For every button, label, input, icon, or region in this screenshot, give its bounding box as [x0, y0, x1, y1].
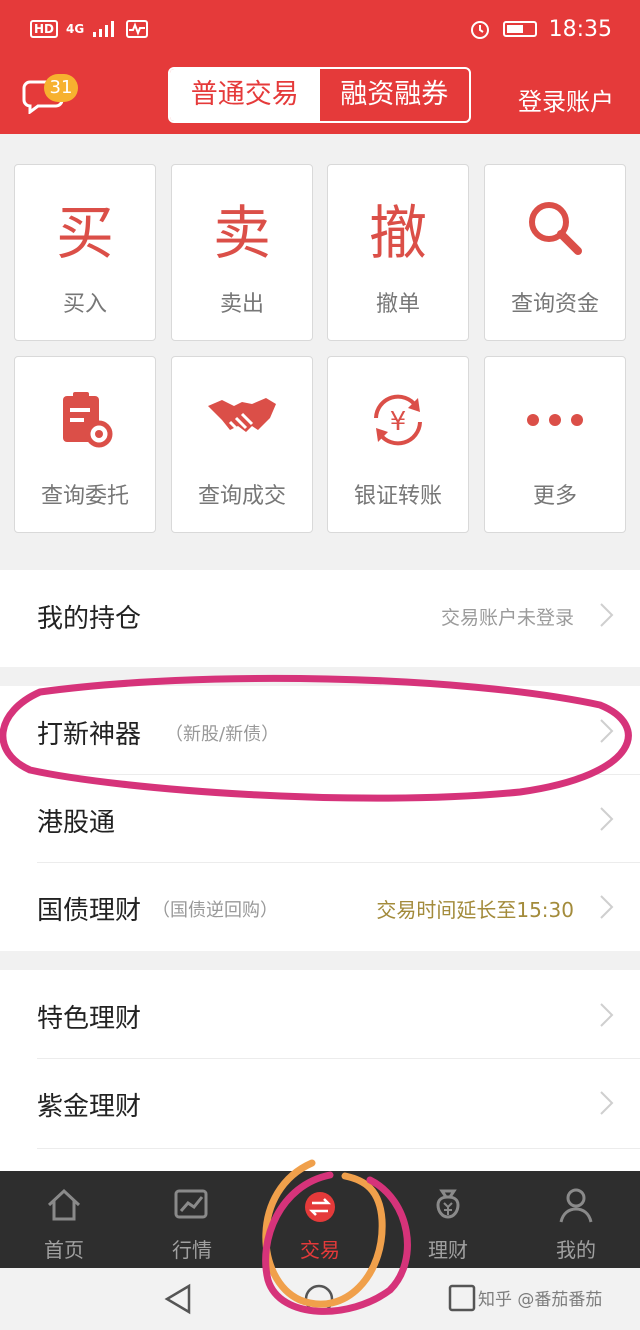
sell-glyph-icon: 卖 [212, 199, 271, 267]
row-status: 交易账户未登录 [440, 607, 574, 629]
back-icon[interactable] [163, 1283, 193, 1315]
recents-icon[interactable] [448, 1284, 476, 1312]
status-bar: HD 4G 18:35 [0, 0, 640, 58]
money-bag-icon [436, 1189, 460, 1219]
bottom-tab-bar: 首页 行情 交易 理财 我的 [0, 1171, 640, 1268]
cancel-glyph-icon: 撤 [368, 199, 427, 267]
handshake-icon [172, 375, 312, 465]
chevron-right-icon [600, 719, 614, 743]
tab-label: 我的 [556, 1238, 596, 1262]
tile-cancel-order[interactable]: 撤 撤单 [327, 164, 469, 341]
row-title: 港股通 [37, 808, 116, 838]
row-zijin-wealth[interactable]: 紫金理财 [0, 1060, 640, 1148]
row-special-wealth[interactable]: 特色理财 [0, 972, 640, 1060]
tile-more[interactable]: 更多 [484, 356, 626, 533]
top-header: 31 普通交易 融资融券 登录账户 [0, 58, 640, 134]
trade-products-section: 打新神器 （新股/新债） 港股通 国债理财 （国债逆回购） 交易时间延长至15:… [0, 686, 640, 951]
clipboard-search-icon [15, 375, 155, 465]
status-right: 18:35 [469, 17, 612, 42]
chevron-right-icon [600, 603, 614, 627]
tab-label: 理财 [428, 1238, 468, 1262]
row-notice: 交易时间延长至15:30 [376, 898, 574, 922]
app-screen: HD 4G 18:35 31 普通交易 融资融券 登录账户 买 买入 卖 卖出 [0, 0, 640, 1330]
chevron-right-icon [600, 895, 614, 919]
chevron-right-icon [600, 1091, 614, 1115]
system-nav-bar: 知乎 @番茄番茄 [0, 1268, 640, 1330]
row-hk-connect[interactable]: 港股通 [0, 776, 640, 864]
buy-glyph-icon: 买 [55, 199, 114, 267]
activity-icon [126, 20, 149, 38]
person-icon [559, 1188, 593, 1223]
tile-query-orders[interactable]: 查询委托 [14, 356, 156, 533]
yuan-glyph: ¥ [390, 407, 407, 437]
segment-normal-trade[interactable]: 普通交易 [170, 69, 320, 121]
network-4g-indicator: 4G [66, 22, 85, 36]
holdings-section: 我的持仓 交易账户未登录 [0, 570, 640, 667]
row-subtitle: （新股/新债） [165, 724, 280, 745]
tile-bank-transfer[interactable]: ¥ 银证转账 [327, 356, 469, 533]
row-subtitle: （国债逆回购） [152, 900, 278, 921]
row-title: 特色理财 [37, 1004, 142, 1034]
segment-margin-trade[interactable]: 融资融券 [320, 69, 470, 121]
wealth-section: 特色理财 紫金理财 [0, 970, 640, 1171]
divider [37, 862, 640, 863]
tab-label: 交易 [300, 1238, 340, 1262]
tile-label: 卖出 [219, 292, 264, 317]
trade-icon [305, 1192, 335, 1222]
status-left-icons: HD 4G [30, 20, 149, 38]
login-account-link[interactable]: 登录账户 [518, 82, 614, 117]
tab-mine[interactable]: 我的 [512, 1171, 640, 1268]
tile-label: 查询资金 [510, 292, 599, 317]
tab-label: 行情 [172, 1238, 212, 1262]
tile-label: 查询委托 [40, 484, 129, 509]
tile-label: 查询成交 [197, 484, 286, 509]
home-circle-icon[interactable] [303, 1283, 335, 1315]
tab-label: 首页 [44, 1238, 84, 1262]
signal-icon [93, 21, 115, 37]
chart-icon [174, 1189, 208, 1219]
row-title: 我的持仓 [37, 604, 142, 634]
watermark: 知乎 @番茄番茄 [478, 1290, 603, 1310]
message-count-badge: 31 [44, 74, 78, 102]
more-icon [485, 375, 625, 465]
battery-icon [502, 21, 537, 37]
trade-mode-segmented-control: 普通交易 融资融券 [168, 67, 471, 123]
hd-indicator: HD [30, 20, 59, 38]
row-treasury-bond[interactable]: 国债理财 （国债逆回购） 交易时间延长至15:30 [0, 864, 640, 952]
row-title: 打新神器 [37, 720, 142, 750]
tile-query-deals[interactable]: 查询成交 [171, 356, 313, 533]
tile-buy[interactable]: 买 买入 [14, 164, 156, 341]
tile-label: 撤单 [375, 292, 420, 317]
tile-sell[interactable]: 卖 卖出 [171, 164, 313, 341]
divider [37, 1058, 640, 1059]
tab-wealth[interactable]: 理财 [384, 1171, 512, 1268]
chevron-right-icon [600, 807, 614, 831]
row-title: 国债理财 [37, 896, 142, 926]
function-grid: 买 买入 卖 卖出 撤 撤单 查询资金 查询委托 查询成交 ¥ 银证转账 更多 [0, 134, 640, 560]
row-my-holdings[interactable]: 我的持仓 交易账户未登录 [0, 572, 640, 660]
home-icon [47, 1188, 81, 1221]
tab-home[interactable]: 首页 [0, 1171, 128, 1268]
tab-market[interactable]: 行情 [128, 1171, 256, 1268]
alarm-icon [470, 21, 489, 39]
tile-label: 更多 [532, 484, 577, 509]
tab-trade[interactable]: 交易 [256, 1171, 384, 1268]
search-icon [485, 183, 625, 273]
row-ipo-tool[interactable]: 打新神器 （新股/新债） [0, 688, 640, 776]
divider [37, 1148, 640, 1149]
tile-query-funds[interactable]: 查询资金 [484, 164, 626, 341]
status-time: 18:35 [548, 16, 612, 42]
chevron-right-icon [600, 1003, 614, 1027]
divider [37, 774, 640, 775]
tile-label: 买入 [62, 292, 107, 317]
yuan-transfer-icon: ¥ [328, 375, 468, 465]
row-title: 紫金理财 [37, 1092, 142, 1122]
tile-label: 银证转账 [353, 484, 442, 509]
